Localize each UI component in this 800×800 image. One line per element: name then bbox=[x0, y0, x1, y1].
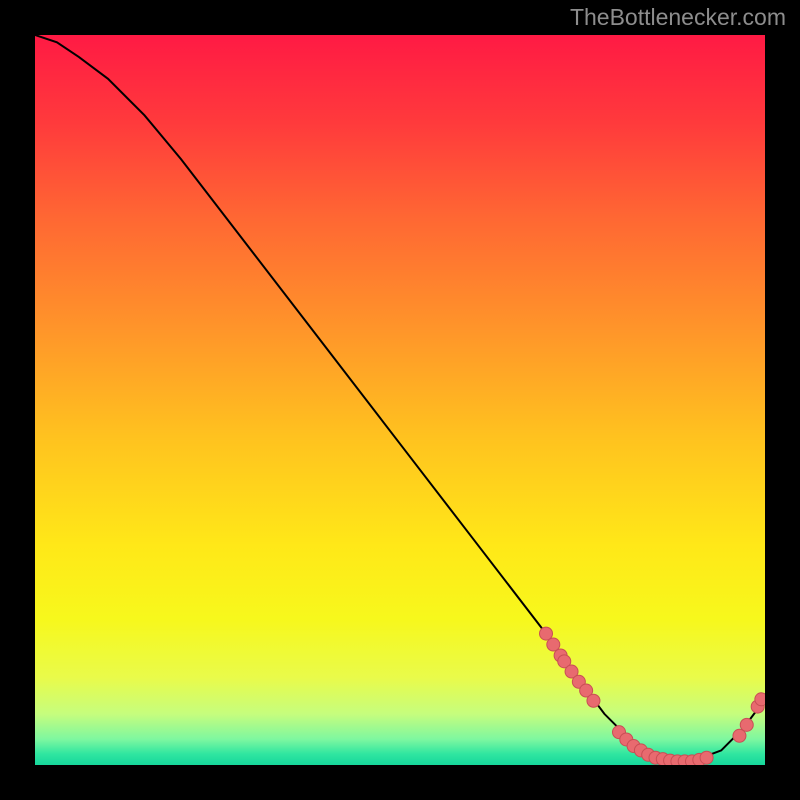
data-point bbox=[740, 718, 753, 731]
watermark-text: TheBottlenecker.com bbox=[570, 4, 786, 31]
data-point bbox=[587, 694, 600, 707]
gradient-background bbox=[35, 35, 765, 765]
chart-container: TheBottlenecker.com bbox=[0, 0, 800, 800]
chart-svg bbox=[35, 35, 765, 765]
data-point bbox=[700, 751, 713, 764]
plot-area bbox=[35, 35, 765, 765]
data-point bbox=[755, 693, 765, 706]
